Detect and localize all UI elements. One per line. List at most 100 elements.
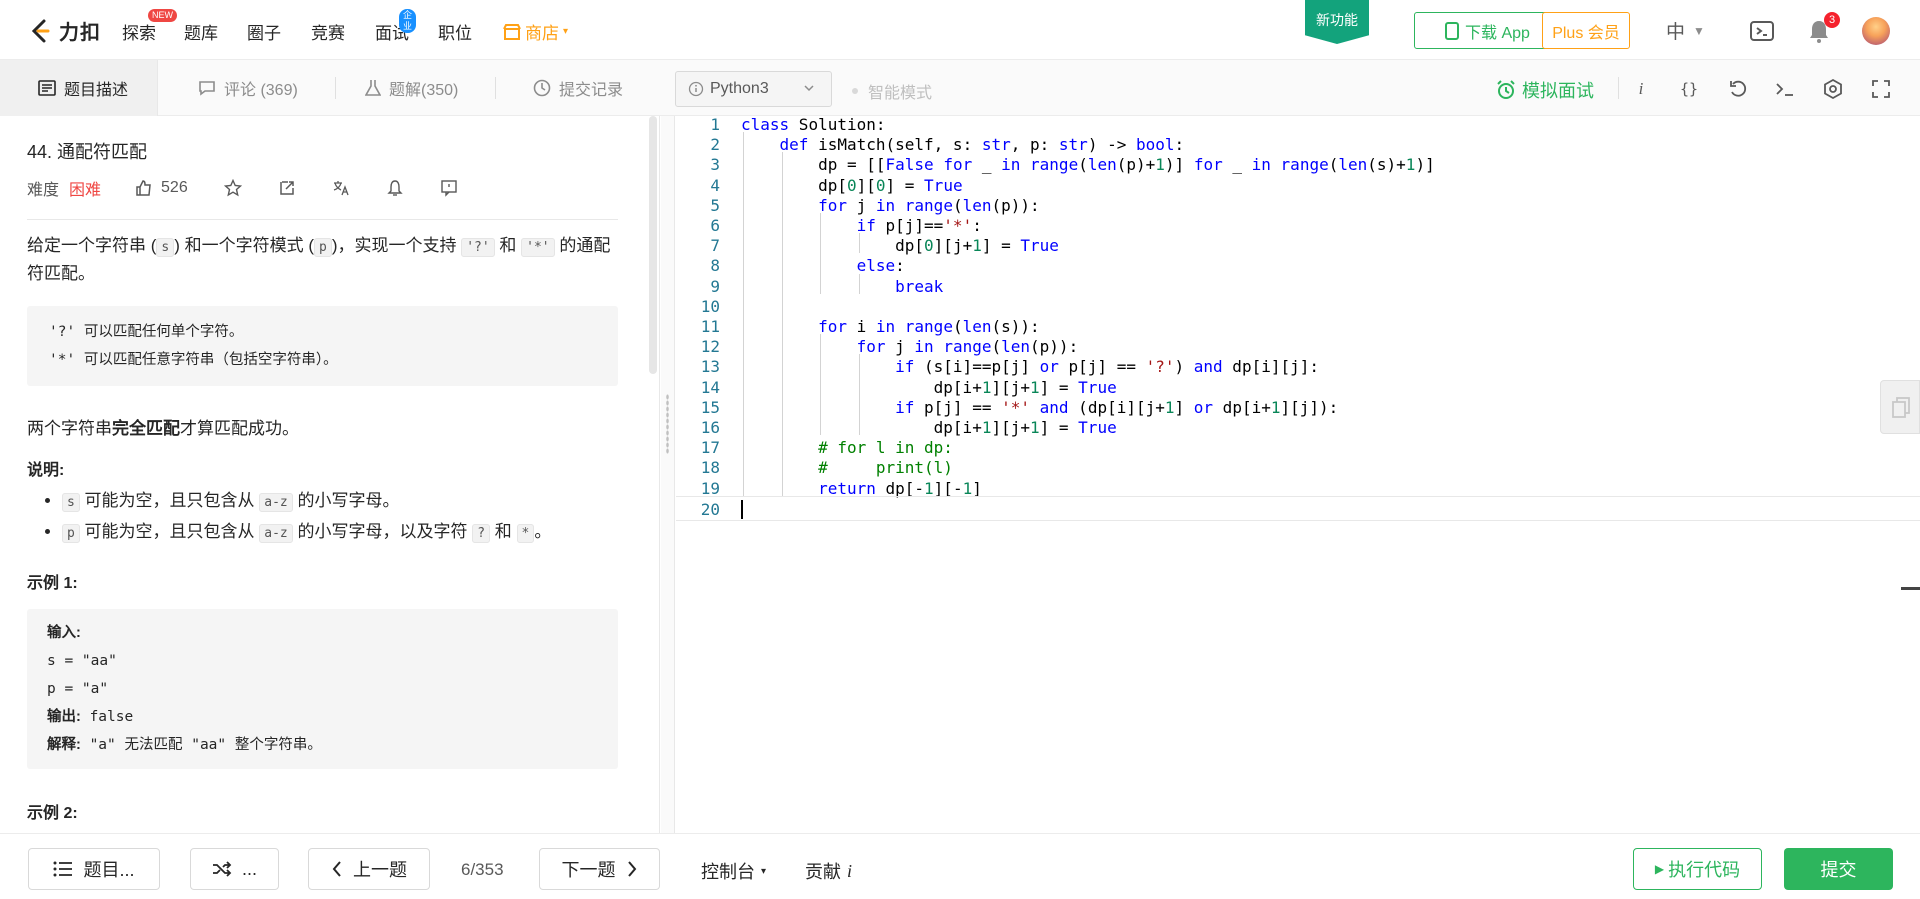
nav-store[interactable]: 商店 ▾ bbox=[503, 19, 568, 44]
run-code-button[interactable]: ▶ 执行代码 bbox=[1633, 848, 1762, 890]
reset-icon[interactable] bbox=[1727, 78, 1749, 100]
smart-mode-label: 智能模式 bbox=[868, 85, 933, 102]
indent-guide bbox=[820, 334, 822, 436]
smart-mode-toggle[interactable]: 智能模式 bbox=[852, 79, 932, 103]
inline-code: p bbox=[62, 524, 80, 543]
tab-description[interactable]: 题目描述 bbox=[0, 60, 158, 116]
difficulty-label: 难度 bbox=[27, 182, 60, 199]
code-line[interactable]: 20 bbox=[676, 495, 1920, 521]
problem-list-button[interactable]: 题目... bbox=[28, 848, 160, 890]
mock-interview-button[interactable]: 模拟面试 bbox=[1496, 77, 1594, 103]
language-selector[interactable]: 中 ▼ bbox=[1666, 17, 1705, 44]
code-editor[interactable]: 1 class Solution: 2 def isMatch(self, s: s… bbox=[676, 115, 1920, 833]
note-text: 可能为空，且只包含从 bbox=[79, 522, 260, 541]
tab-comments-label: 评论 (369) bbox=[224, 82, 298, 99]
problem-title: 44. 通配符匹配 bbox=[27, 142, 148, 162]
language-label: 中 bbox=[1666, 22, 1686, 43]
download-app-button[interactable]: 下载 App bbox=[1414, 12, 1561, 49]
list-icon bbox=[53, 861, 73, 877]
match-text: 两个字符串 bbox=[27, 419, 112, 438]
nav-problemset[interactable]: 题库 bbox=[184, 19, 218, 44]
problem-list-label: 题目... bbox=[83, 860, 135, 880]
notes-side-tab[interactable] bbox=[1880, 380, 1920, 434]
note-text: 。 bbox=[534, 522, 552, 541]
inline-code: ? bbox=[472, 524, 491, 543]
notes-list: s 可能为空，且只包含从 a-z 的小写字母。 p 可能为空，且只包含从 a-z… bbox=[62, 486, 551, 548]
rule-line: '?' 可以匹配任何单个字符。 bbox=[49, 324, 244, 340]
mobile-icon bbox=[1445, 21, 1460, 40]
nav-interview[interactable]: 面试 企业 bbox=[375, 9, 417, 44]
run-code-label: 执行代码 bbox=[1668, 860, 1741, 880]
scrollbar[interactable] bbox=[649, 116, 657, 374]
chevron-right-icon bbox=[627, 861, 636, 877]
tab-solutions[interactable]: 题解(350) bbox=[365, 60, 458, 116]
caret-down-icon: ▾ bbox=[563, 26, 569, 37]
problem-toolbar: 题目描述 评论 (369) 题解(350) 提交记录 Python3 智能模式 … bbox=[0, 60, 1920, 116]
inline-code: s bbox=[156, 238, 175, 257]
language-dropdown[interactable]: Python3 bbox=[675, 71, 832, 107]
info-circle-icon bbox=[688, 81, 704, 97]
settings-icon[interactable] bbox=[1822, 78, 1844, 100]
notification-count-badge: 3 bbox=[1824, 12, 1840, 28]
store-icon bbox=[503, 23, 521, 40]
tab-separator bbox=[495, 77, 496, 99]
inline-code: a-z bbox=[259, 524, 293, 543]
text-cursor bbox=[741, 499, 743, 519]
chevron-down-icon bbox=[804, 85, 814, 92]
console-label: 控制台 bbox=[701, 862, 755, 882]
drag-handle[interactable] bbox=[666, 394, 669, 454]
like-button[interactable]: 526 bbox=[135, 179, 188, 197]
desc-text: ) 和一个字符模式 ( bbox=[174, 236, 314, 255]
top-navigation: 力扣 探索 NEW 题库 圈子 竞赛 面试 企业 职位 商店 ▾ 新功能 下载 … bbox=[0, 0, 1920, 60]
braces-icon[interactable]: {} bbox=[1678, 78, 1700, 100]
like-count: 526 bbox=[161, 179, 188, 196]
indent-guide bbox=[743, 132, 744, 496]
contribute-button[interactable]: 贡献 i bbox=[805, 858, 852, 884]
nav-circle[interactable]: 圈子 bbox=[247, 19, 281, 44]
star-icon[interactable] bbox=[223, 179, 242, 197]
tab-comments[interactable]: 评论 (369) bbox=[198, 60, 298, 116]
inline-code: p bbox=[314, 238, 332, 257]
inline-code: s bbox=[62, 493, 80, 512]
console-toggle[interactable]: 控制台 ▾ bbox=[701, 858, 766, 884]
terminal-icon[interactable] bbox=[1774, 78, 1796, 100]
plus-member-button[interactable]: Plus 会员 bbox=[1542, 12, 1630, 49]
chevron-left-icon bbox=[332, 861, 341, 877]
indent-guide bbox=[858, 354, 860, 436]
bell-outline-icon[interactable] bbox=[386, 179, 404, 197]
logo[interactable]: 力扣 bbox=[27, 16, 101, 45]
next-problem-button[interactable]: 下一题 bbox=[539, 848, 660, 890]
avatar[interactable] bbox=[1862, 17, 1890, 45]
random-label: ... bbox=[241, 858, 257, 879]
rule-line: '*' 可以匹配任意字符串（包括空字符串）。 bbox=[49, 352, 338, 368]
input-label: 输入: bbox=[47, 625, 81, 641]
problem-pager: 6/353 bbox=[461, 860, 504, 879]
random-button[interactable]: ... bbox=[190, 848, 279, 890]
inline-code: a-z bbox=[259, 493, 293, 512]
prev-problem-button[interactable]: 上一题 bbox=[308, 848, 430, 890]
playground-icon[interactable] bbox=[1749, 18, 1775, 44]
indent-guide bbox=[858, 233, 860, 254]
description-icon bbox=[38, 80, 56, 96]
share-icon[interactable] bbox=[278, 179, 296, 197]
nav-explore[interactable]: 探索 NEW bbox=[122, 9, 177, 44]
note-text: 的小写字母。 bbox=[292, 491, 400, 510]
indent-guide bbox=[820, 213, 822, 294]
nav-contest[interactable]: 竞赛 bbox=[311, 19, 345, 44]
panel-splitter[interactable] bbox=[661, 116, 675, 833]
fullscreen-icon[interactable] bbox=[1870, 78, 1892, 100]
info-icon: i bbox=[847, 860, 853, 881]
caret-down-icon: ▼ bbox=[1693, 23, 1705, 38]
tab-description-label: 题目描述 bbox=[64, 82, 129, 99]
tab-submissions[interactable]: 提交记录 bbox=[533, 60, 623, 116]
prev-label: 上一题 bbox=[353, 860, 407, 880]
nav-jobs[interactable]: 职位 bbox=[438, 19, 472, 44]
info-icon[interactable]: i bbox=[1630, 78, 1652, 100]
inline-code: * bbox=[516, 524, 535, 543]
translate-icon[interactable] bbox=[332, 179, 350, 197]
new-feature-ribbon[interactable]: 新功能 bbox=[1305, 0, 1369, 44]
download-app-label: 下载 App bbox=[1465, 24, 1530, 42]
list-item: p 可能为空，且只包含从 a-z 的小写字母，以及字符 ? 和 *。 bbox=[62, 517, 551, 548]
submit-button[interactable]: 提交 bbox=[1784, 848, 1893, 890]
feedback-icon[interactable] bbox=[440, 179, 458, 197]
